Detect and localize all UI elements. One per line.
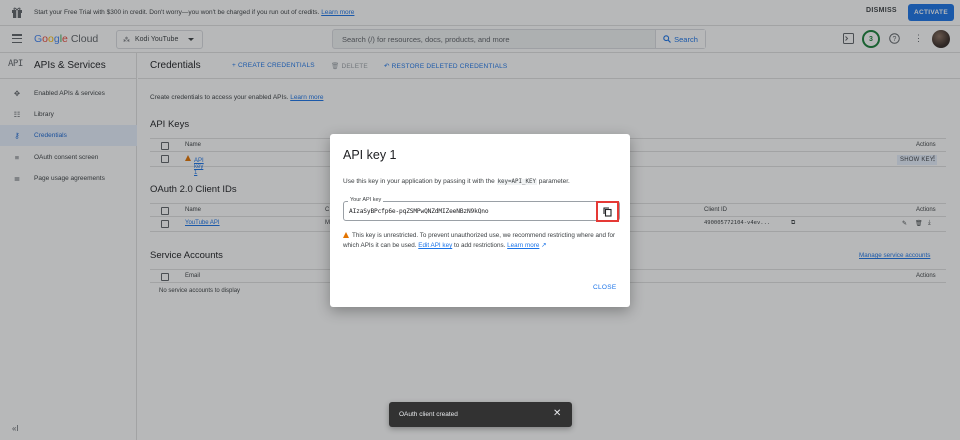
api-key-value[interactable]: AIzaSyBPcfp6e-pqZSMPwQNZdMIZeeNBzN9kQno <box>349 208 489 215</box>
dialog-description: Use this key in your application by pass… <box>343 178 570 185</box>
api-key-dialog: API key 1 Use this key in your applicati… <box>330 134 630 307</box>
snackbar: OAuth client created ✕ <box>389 402 572 427</box>
copy-api-key-button[interactable] <box>596 201 619 222</box>
desc-text: Use this key in your application by pass… <box>343 178 495 185</box>
external-link-icon: ↗ <box>539 242 547 249</box>
snackbar-text: OAuth client created <box>399 411 458 418</box>
dialog-title: API key 1 <box>343 148 397 162</box>
warning-post-text: to add restrictions. <box>453 242 506 249</box>
desc-code: key=API_KEY <box>496 179 537 185</box>
api-key-field[interactable]: Your API key AIzaSyBPcfp6e-pqZSMPwQNZdMI… <box>343 197 620 221</box>
edit-api-key-link[interactable]: Edit API key <box>418 242 452 249</box>
close-button[interactable]: CLOSE <box>593 284 617 291</box>
close-icon[interactable]: ✕ <box>553 408 561 419</box>
dialog-warning: This key is unrestricted. To prevent una… <box>343 231 618 251</box>
desc-text-post: parameter. <box>538 178 570 185</box>
warning-icon <box>343 232 349 238</box>
copy-icon <box>603 207 612 217</box>
api-key-field-label: Your API key <box>348 197 384 203</box>
dialog-learn-more-link[interactable]: Learn more <box>507 242 539 249</box>
